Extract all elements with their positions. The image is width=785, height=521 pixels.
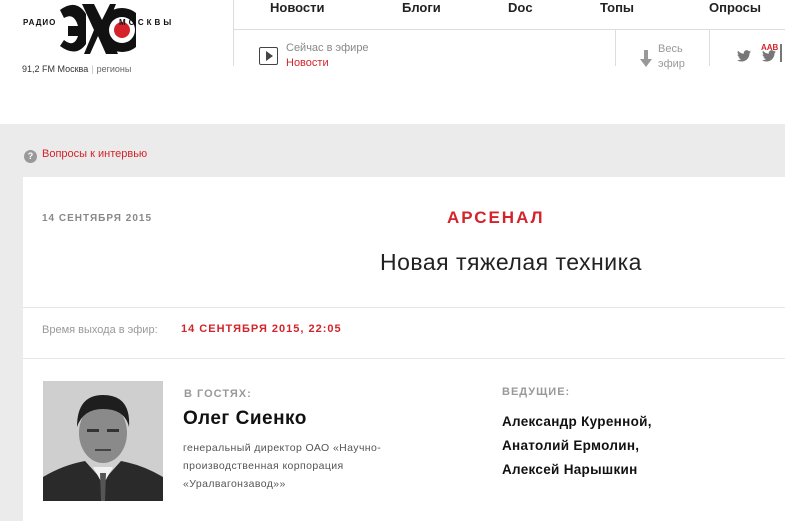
scroll-edge <box>780 44 782 62</box>
logo-moskvy-text: МОСКВЫ <box>119 18 175 27</box>
frequency-separator: | <box>91 64 94 74</box>
twitter-icon[interactable] <box>737 50 751 62</box>
guest-section-label: В ГОСТЯХ: <box>184 388 252 400</box>
guest-photo <box>43 381 163 501</box>
host-name[interactable]: Анатолий Ермолин, <box>502 434 652 458</box>
echo-logo-icon <box>60 4 136 54</box>
on-air-label: Сейчас в эфире <box>286 42 369 54</box>
play-icon[interactable] <box>259 47 278 65</box>
air-time-label: Время выхода в эфир: <box>42 324 158 336</box>
guest-description: генеральный директор ОАО «Научно-произво… <box>183 442 382 490</box>
divider <box>23 358 785 359</box>
broadcast-date: 14 СЕНТЯБРЯ 2015 <box>42 213 152 224</box>
guest-name[interactable]: Олег Сиенко <box>183 408 307 430</box>
nav-item-polls[interactable]: Опросы <box>709 0 761 15</box>
station-frequency: 91,2 FM Москва <box>22 64 89 74</box>
regions-link[interactable]: регионы <box>97 64 132 74</box>
on-air-link[interactable]: Новости <box>286 57 329 69</box>
logo-radio-text: РАДИО <box>23 18 57 27</box>
hosts-list: Александр Куренной, Анатолий Ермолин, Ал… <box>502 410 652 482</box>
nav-item-doc[interactable]: Doc <box>508 0 533 15</box>
broadcast-card: 14 СЕНТЯБРЯ 2015 АРСЕНАЛ Новая тяжелая т… <box>23 177 785 521</box>
echo-moskvy-logo[interactable]: РАДИО МОСКВЫ <box>22 0 202 60</box>
nav-item-tops[interactable]: Топы <box>600 0 634 15</box>
questions-link-label: Вопросы к интервью <box>42 148 148 160</box>
subnav-divider <box>615 30 616 66</box>
air-time-value: 14 СЕНТЯБРЯ 2015, 22:05 <box>181 323 342 335</box>
archive-link[interactable]: Весь эфир <box>658 42 698 72</box>
hosts-section-label: ВЕДУЩИЕ: <box>502 386 571 398</box>
main-nav: Новости Блоги Doc Топы Опросы <box>233 0 785 30</box>
nav-item-blogs[interactable]: Блоги <box>402 0 441 15</box>
questions-link[interactable]: ? Вопросы к интервью <box>24 148 147 163</box>
sub-nav: Сейчас в эфире Новости Весь эфир AAB <box>233 30 785 70</box>
program-title[interactable]: АРСЕНАЛ <box>447 208 545 228</box>
guest-portrait-image <box>43 381 163 501</box>
divider <box>23 307 785 308</box>
twitter-icon[interactable] <box>762 50 776 62</box>
episode-title: Новая тяжелая техника <box>380 249 642 275</box>
question-icon: ? <box>24 150 37 163</box>
nav-item-news[interactable]: Новости <box>270 0 325 15</box>
arrow-down-icon[interactable] <box>640 50 652 68</box>
frequency-line: 91,2 FM Москва | регионы <box>22 64 131 74</box>
host-name[interactable]: Алексей Нарышкин <box>502 458 652 482</box>
subnav-divider <box>709 30 710 66</box>
host-name[interactable]: Александр Куренной, <box>502 410 652 434</box>
site-header: РАДИО МОСКВЫ 91,2 FM Москва | регионы Ново… <box>0 0 785 74</box>
